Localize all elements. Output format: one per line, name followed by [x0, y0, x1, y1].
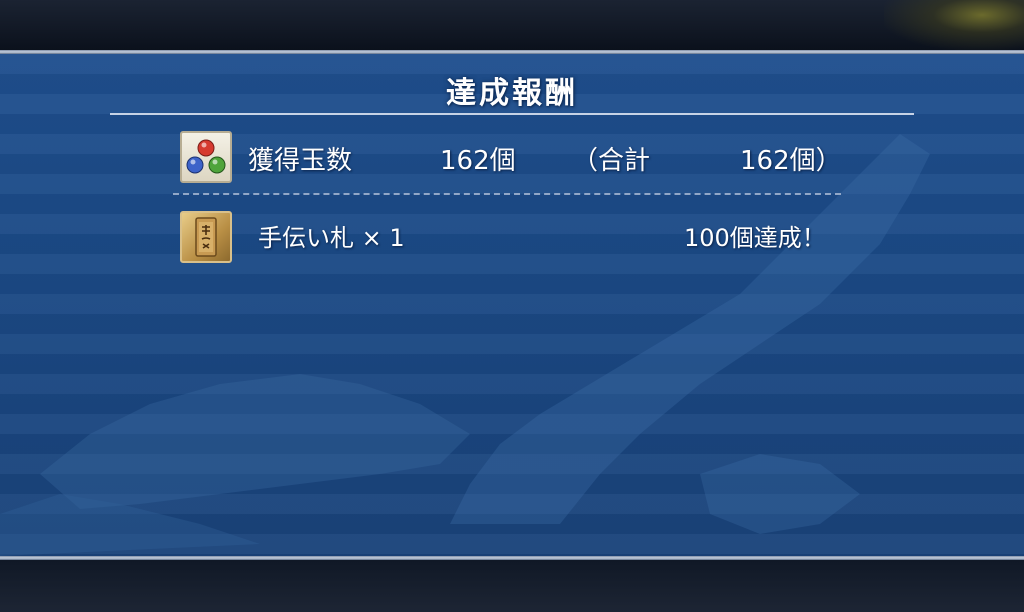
orbs-label: 獲得玉数	[248, 146, 353, 176]
title-divider	[110, 113, 914, 115]
achievement-text: 100個達成！	[684, 224, 826, 252]
row-divider	[173, 193, 841, 195]
panel-title: 達成報酬	[446, 76, 578, 111]
three-orbs-icon	[180, 131, 232, 183]
reward-item-name: 手伝い札 × 1	[258, 224, 405, 252]
orbs-total-label: （合計	[572, 146, 651, 176]
orbs-count: 162個	[440, 146, 516, 176]
bottom-band	[0, 560, 1024, 612]
top-band-landscape-glow	[884, 0, 1024, 50]
reward-panel: 達成報酬 獲得玉数 162個 （合計 162個） 手伝い札 × 1 100個達成…	[0, 54, 1024, 556]
top-band	[0, 0, 1024, 50]
map-silhouette-decoration	[0, 134, 930, 556]
helper-tag-icon	[180, 211, 232, 263]
orbs-total-value: 162個）	[740, 146, 842, 176]
reward-screen: 達成報酬 獲得玉数 162個 （合計 162個） 手伝い札 × 1 100個達成…	[0, 0, 1024, 612]
